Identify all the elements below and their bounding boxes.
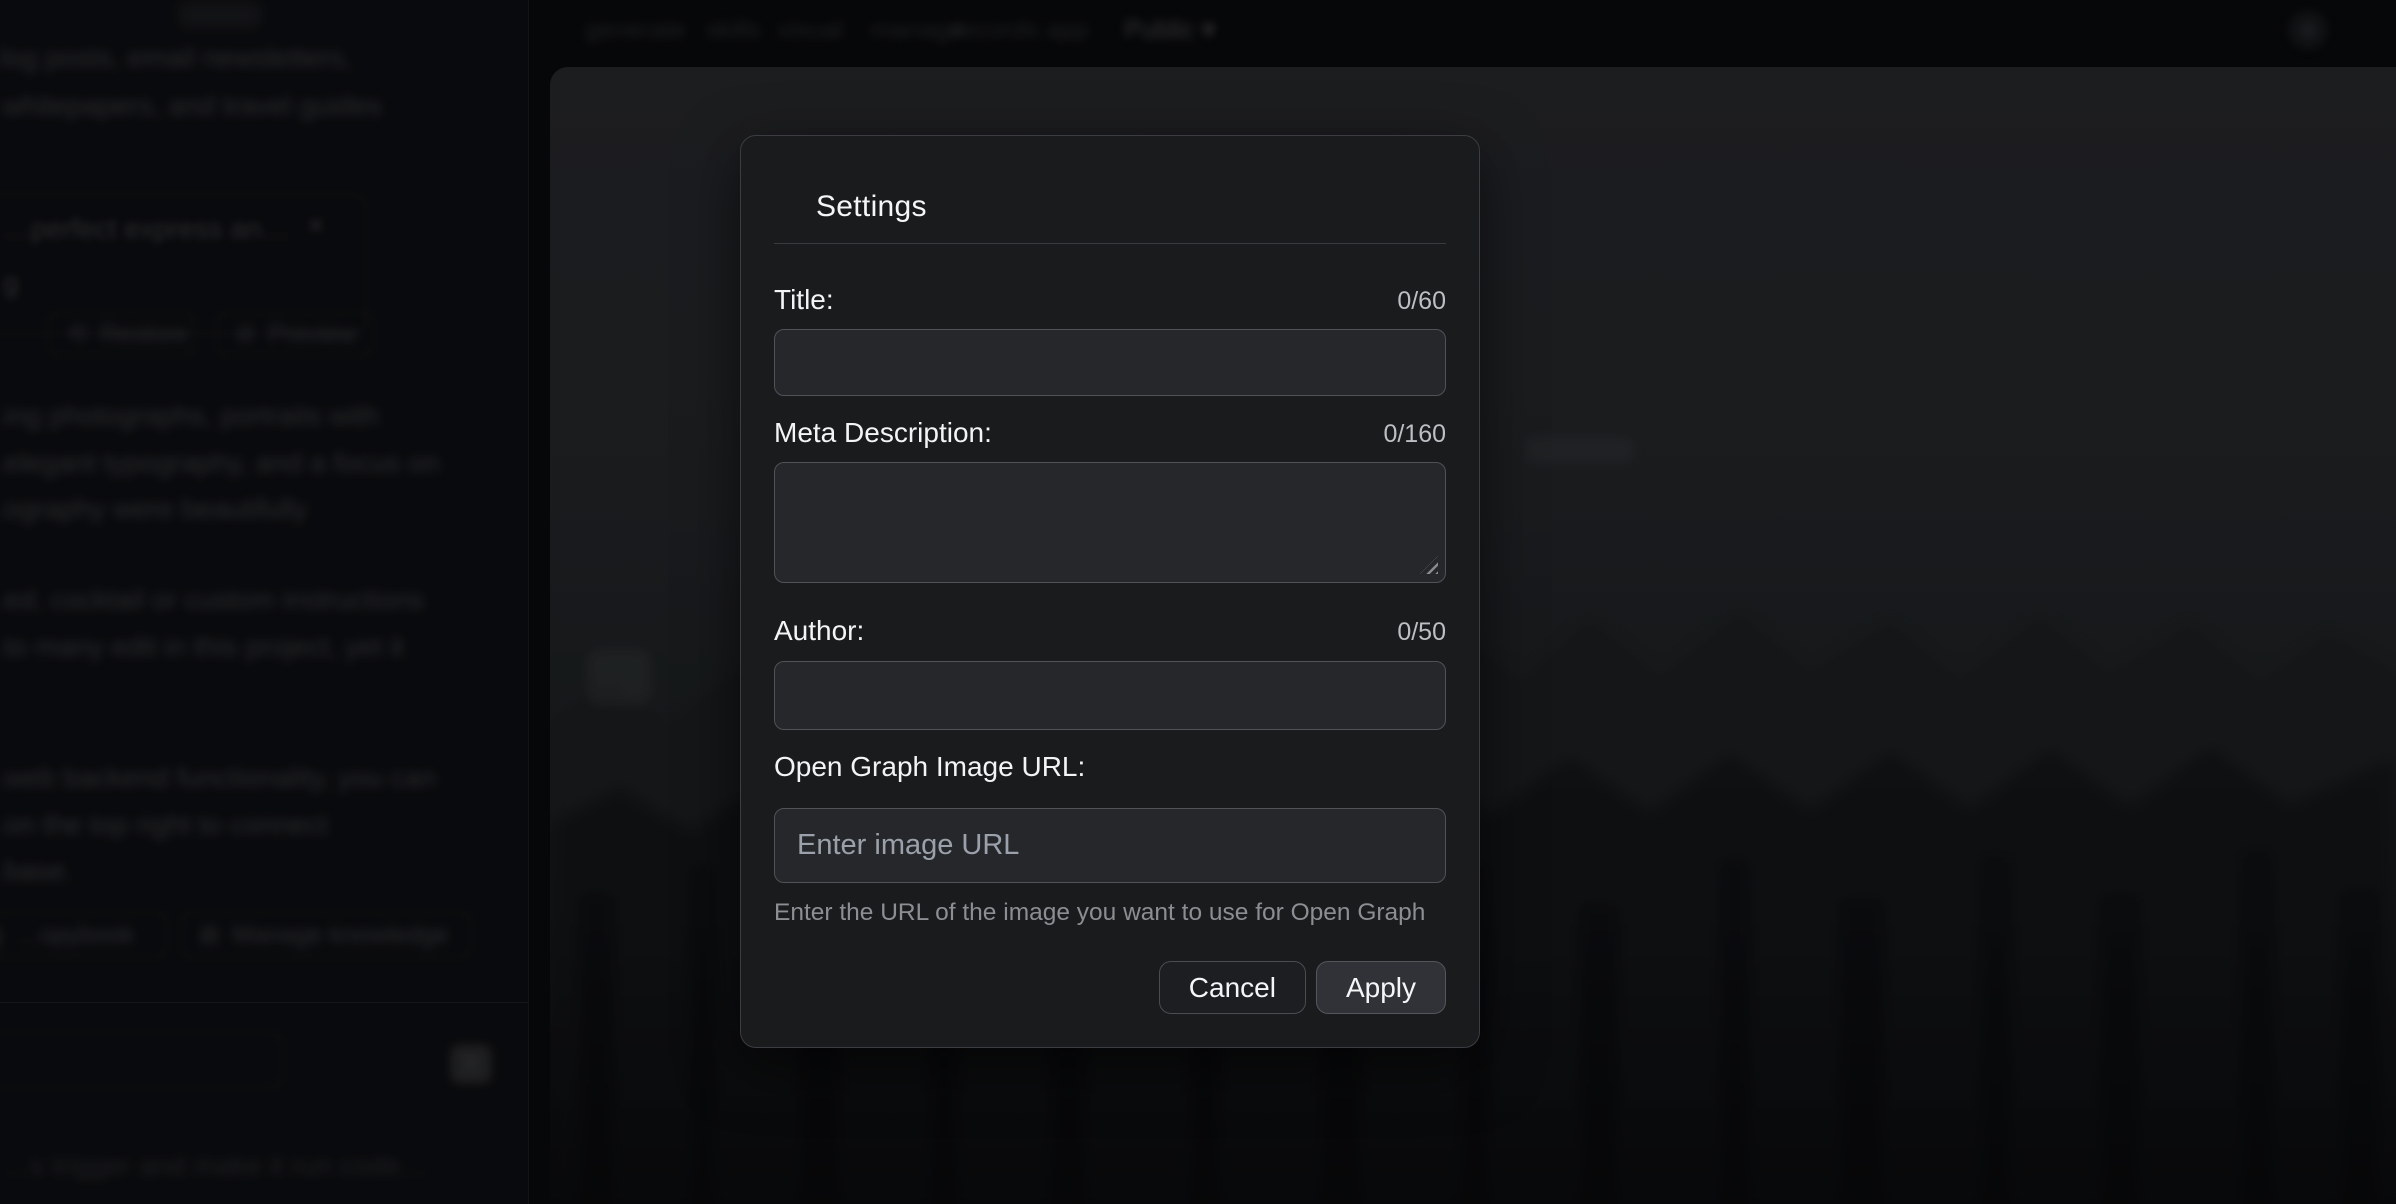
settings-modal: Settings Title: 0/60 Meta Description: 0… (740, 135, 1480, 1048)
author-field-header: Author: 0/50 (774, 613, 1446, 649)
meta-description-label: Meta Description: (774, 415, 992, 451)
author-counter: 0/50 (1397, 615, 1446, 649)
meta-description-textarea[interactable] (774, 462, 1446, 583)
modal-title: Settings (816, 188, 1446, 226)
modal-actions: Cancel Apply (774, 961, 1446, 1014)
author-input[interactable] (774, 661, 1446, 730)
title-input[interactable] (774, 329, 1446, 396)
author-label: Author: (774, 613, 864, 649)
title-label: Title: (774, 282, 834, 318)
meta-description-counter: 0/160 (1383, 417, 1446, 451)
og-image-url-input[interactable] (774, 808, 1446, 883)
og-image-url-label: Open Graph Image URL: (774, 749, 1085, 785)
og-field-header: Open Graph Image URL: (774, 749, 1446, 785)
modal-divider (774, 243, 1446, 244)
title-counter: 0/60 (1397, 284, 1446, 318)
apply-button[interactable]: Apply (1316, 961, 1446, 1014)
og-helper-text: Enter the URL of the image you want to u… (774, 898, 1446, 928)
cancel-button[interactable]: Cancel (1159, 961, 1306, 1014)
meta-description-wrapper (774, 462, 1446, 583)
title-field-header: Title: 0/60 (774, 282, 1446, 318)
meta-description-field-header: Meta Description: 0/160 (774, 415, 1446, 451)
